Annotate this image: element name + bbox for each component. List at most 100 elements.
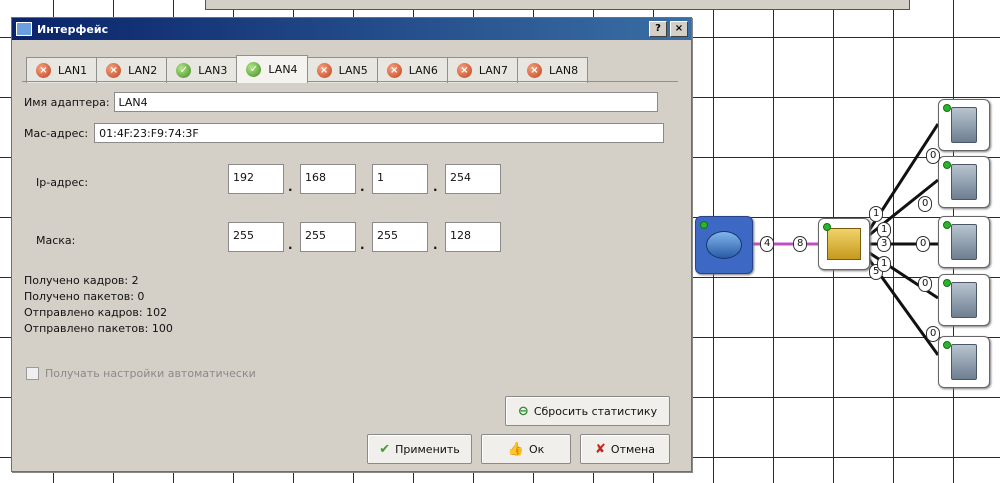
server-icon [951, 164, 977, 200]
server-icon [951, 107, 977, 143]
status-led [823, 223, 831, 231]
status-off-icon: × [526, 63, 542, 78]
mask-separator: . [433, 238, 438, 252]
mac-label: Мас-адрес: [24, 126, 89, 140]
port-label: 0 [918, 276, 933, 292]
router-icon [706, 231, 742, 259]
status-led [943, 161, 951, 169]
ip-separator: . [288, 180, 293, 194]
tab-label: LAN5 [338, 64, 368, 77]
close-button[interactable]: × [670, 21, 688, 37]
port-label: 1 [869, 206, 884, 222]
reset-icon: ⊖ [517, 403, 529, 419]
tab-label: LAN6 [408, 64, 438, 77]
router-node[interactable] [695, 216, 753, 274]
status-led [943, 104, 951, 112]
frames-sent: Отправлено кадров: 102 [24, 306, 168, 319]
ip-label: Ip-адрес: [36, 176, 89, 189]
apply-button[interactable]: ✔ Применить [367, 434, 472, 464]
server-node-3[interactable] [938, 216, 990, 268]
packets-sent: Отправлено пакетов: 100 [24, 322, 173, 335]
status-on-icon: ✓ [246, 62, 262, 77]
status-off-icon: × [316, 63, 332, 78]
status-on-icon: ✓ [176, 63, 192, 78]
server-node-5[interactable] [938, 336, 990, 388]
tab-label: LAN3 [198, 64, 228, 77]
server-icon [951, 344, 977, 380]
status-led [700, 221, 708, 229]
reset-label: Сбросить статистику [533, 404, 658, 418]
tab-label: LAN2 [128, 64, 158, 77]
switch-node[interactable] [818, 218, 870, 270]
ip-separator: . [360, 180, 365, 194]
adapter-row: Имя адаптера: LAN4 [24, 92, 658, 112]
tab-lan3[interactable]: ✓ LAN3 [166, 57, 238, 83]
tab-lan1[interactable]: × LAN1 [26, 57, 98, 83]
auto-settings-label: Получать настройки автоматически [45, 367, 256, 380]
tab-label: LAN7 [478, 64, 508, 77]
tab-lan4[interactable]: ✓ LAN4 [236, 55, 308, 83]
tab-lan2[interactable]: × LAN2 [96, 57, 168, 83]
cancel-label: Отмена [610, 442, 655, 456]
auto-settings-checkbox[interactable]: Получать настройки автоматически [26, 367, 256, 380]
mask-separator: . [288, 238, 293, 252]
tab-label: LAN4 [268, 63, 298, 76]
mask-octet-1[interactable]: 255 [228, 222, 284, 252]
reset-statistics-button[interactable]: ⊖ Сбросить статистику [505, 396, 670, 426]
tab-lan6[interactable]: × LAN6 [376, 57, 448, 83]
status-led [943, 341, 951, 349]
cross-icon: ✘ [595, 441, 606, 457]
server-node-4[interactable] [938, 274, 990, 326]
tab-lan7[interactable]: × LAN7 [446, 57, 518, 83]
status-off-icon: × [36, 63, 51, 78]
adapter-name-field[interactable]: LAN4 [113, 92, 658, 112]
adapter-label: Имя адаптера: [24, 95, 110, 109]
tab-lan5[interactable]: × LAN5 [306, 57, 378, 83]
server-node-2[interactable] [938, 156, 990, 208]
mask-octet-4[interactable]: 128 [445, 222, 501, 252]
mac-address-field[interactable]: 01:4F:23:F9:74:3F [94, 123, 665, 143]
cancel-button[interactable]: ✘ Отмена [580, 434, 670, 464]
thumbs-up-icon: 👍 [507, 441, 524, 457]
mask-separator: . [360, 238, 365, 252]
tab-label: LAN1 [58, 64, 88, 77]
packets-received: Получено пакетов: 0 [24, 290, 145, 303]
ip-octet-3[interactable]: 1 [372, 164, 428, 194]
interface-dialog: Интерфейс ? × × LAN1 × LAN2 ✓ LAN3 ✓ LAN4 × L… [11, 17, 692, 472]
port-label: 8 [793, 236, 808, 252]
port-label: 0 [918, 196, 933, 212]
server-node-1[interactable] [938, 99, 990, 151]
port-label: 0 [916, 236, 931, 252]
tab-lan8[interactable]: × LAN8 [516, 57, 589, 83]
mask-octet-2[interactable]: 255 [300, 222, 356, 252]
port-label: 3 [877, 236, 892, 252]
title-bar[interactable]: Интерфейс ? × [12, 18, 691, 40]
switch-icon [827, 228, 861, 260]
frames-received: Получено кадров: 2 [24, 274, 139, 287]
mask-octet-3[interactable]: 255 [372, 222, 428, 252]
port-label: 4 [760, 236, 775, 252]
status-off-icon: × [106, 63, 122, 78]
tab-label: LAN8 [548, 64, 579, 77]
statistics: Получено кадров: 2 Получено пакетов: 0 О… [24, 273, 173, 337]
status-led [943, 279, 951, 287]
window-title: Интерфейс [37, 22, 109, 36]
help-button[interactable]: ? [649, 21, 667, 37]
ip-octet-4[interactable]: 254 [445, 164, 501, 194]
ok-button[interactable]: 👍 Ок [481, 434, 571, 464]
mask-label: Маска: [36, 234, 76, 247]
checkmark-icon: ✔ [379, 441, 391, 457]
adapter-tabs: × LAN1 × LAN2 ✓ LAN3 ✓ LAN4 × LAN5 × LAN6 × LAN… [26, 55, 589, 83]
status-off-icon: × [386, 63, 402, 78]
server-icon [951, 282, 977, 318]
checkbox-box[interactable] [26, 367, 39, 380]
port-label: 1 [877, 256, 892, 272]
mac-row: Мас-адрес: 01:4F:23:F9:74:3F [24, 123, 665, 143]
port-label: 0 [926, 326, 941, 342]
server-icon [951, 224, 977, 260]
ip-octet-2[interactable]: 168 [300, 164, 356, 194]
port-label: 0 [926, 148, 941, 164]
window-icon [16, 22, 32, 36]
ip-octet-1[interactable]: 192 [228, 164, 284, 194]
status-led [943, 221, 951, 229]
